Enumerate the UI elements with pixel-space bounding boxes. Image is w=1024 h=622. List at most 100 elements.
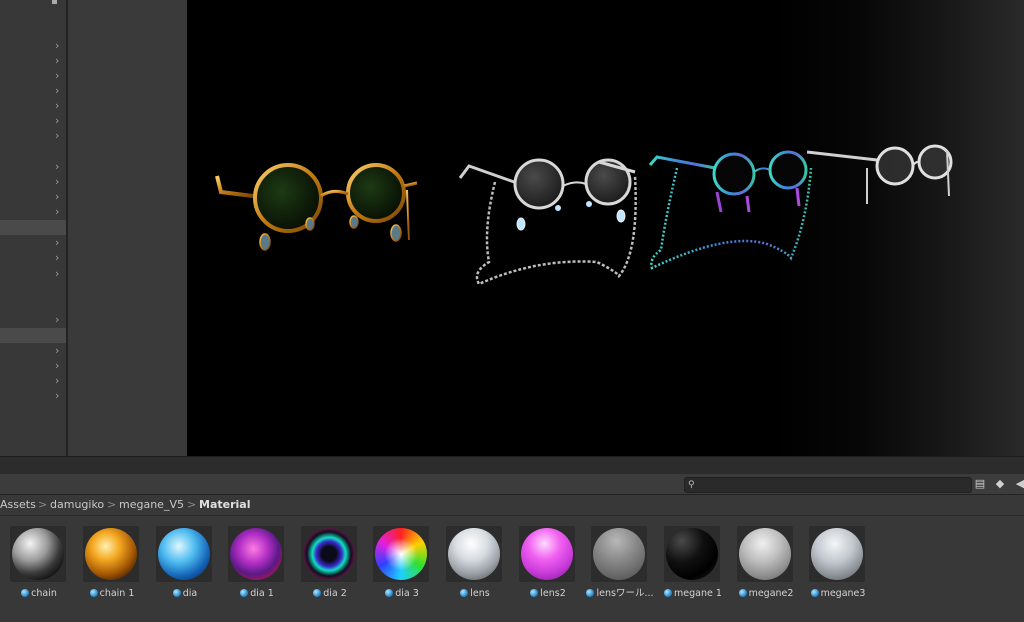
project-toolbar: ⚲ ▤ ◆ ◀ [0, 474, 1024, 495]
material-icon [385, 589, 394, 597]
material-preview-sphere [739, 528, 791, 580]
asset-item-lens2[interactable]: lens2 [518, 526, 578, 606]
asset-label: dia 3 [366, 587, 438, 601]
material-preview-sphere [158, 528, 210, 580]
chevron-right-icon[interactable]: › [55, 113, 59, 128]
chevron-right-icon[interactable]: › [55, 373, 59, 388]
hierarchy-row[interactable]: › [0, 68, 66, 83]
chevron-right-icon[interactable]: › [55, 174, 59, 189]
hierarchy-row[interactable]: › [0, 159, 66, 174]
asset-item-lens[interactable]: lens [445, 526, 505, 606]
chevron-right-icon[interactable]: › [55, 266, 59, 281]
hierarchy-row[interactable]: › [0, 266, 66, 281]
chevron-right-icon[interactable]: › [55, 98, 59, 113]
hierarchy-row[interactable]: › [0, 250, 66, 265]
hierarchy-row[interactable]: › [0, 38, 66, 53]
hierarchy-row[interactable]: › [0, 174, 66, 189]
asset-item-dia[interactable]: dia [155, 526, 215, 606]
asset-item-dia-3[interactable]: dia 3 [372, 526, 432, 606]
breadcrumb-damugiko[interactable]: damugiko [50, 495, 104, 515]
asset-item-dia-2[interactable]: dia 2 [300, 526, 360, 606]
asset-item-megane-1[interactable]: megane 1 [663, 526, 723, 606]
asset-item-chain[interactable]: chain [9, 526, 69, 606]
material-icon [89, 589, 98, 597]
hierarchy-row[interactable]: › [0, 235, 66, 250]
search-input[interactable]: ⚲ [684, 477, 972, 493]
material-icon [21, 589, 30, 597]
asset-label: chain 1 [76, 587, 148, 601]
chevron-right-icon[interactable]: › [55, 128, 59, 143]
material-preview-sphere [811, 528, 863, 580]
hierarchy-panel: › › › › › › › › › › › › › › › › › › › [0, 0, 66, 456]
collapse-icon[interactable]: ◀ [1012, 476, 1024, 492]
chevron-right-icon[interactable]: › [55, 343, 59, 358]
chevron-right-icon[interactable]: › [55, 53, 59, 68]
asset-label: megane3 [802, 587, 874, 601]
chevron-right-icon[interactable]: › [55, 159, 59, 174]
chevron-right-icon[interactable]: › [55, 189, 59, 204]
clear-glasses-model [806, 144, 953, 204]
rainbow-glasses-model [648, 150, 813, 270]
chevron-right-icon[interactable]: › [55, 312, 59, 327]
hierarchy-row[interactable]: › [0, 189, 66, 204]
chevron-right-icon[interactable]: › [55, 235, 59, 250]
asset-thumbnail [809, 526, 865, 582]
hierarchy-row[interactable]: › [0, 388, 66, 403]
asset-thumbnail [156, 526, 212, 582]
hierarchy-row[interactable]: › [0, 312, 66, 327]
hierarchy-row[interactable]: › [0, 358, 66, 373]
material-icon [738, 589, 747, 597]
asset-item-megane3[interactable]: megane3 [808, 526, 868, 606]
material-icon [240, 589, 249, 597]
breadcrumb-material[interactable]: Material [199, 495, 250, 515]
hierarchy-row[interactable]: › [0, 343, 66, 358]
material-icon [172, 589, 181, 597]
asset-item-lens-world[interactable]: lensワール... [586, 526, 654, 606]
breadcrumb-separator: > [38, 498, 48, 511]
asset-label: megane2 [730, 587, 802, 601]
asset-thumbnail [10, 526, 66, 582]
material-icon [664, 589, 673, 597]
asset-item-dia-1[interactable]: dia 1 [227, 526, 287, 606]
filter-by-label-icon[interactable]: ◆ [992, 476, 1008, 492]
material-preview-sphere [230, 528, 282, 580]
chevron-right-icon[interactable]: › [55, 38, 59, 53]
project-panel-tab-strip [0, 456, 1024, 475]
material-icon [460, 589, 469, 597]
breadcrumb-megane-v5[interactable]: megane_V5 [119, 495, 184, 515]
hierarchy-row-highlighted[interactable] [0, 328, 66, 343]
silver-glasses-model [458, 158, 637, 286]
create-icon[interactable]: ▤ [972, 476, 988, 492]
breadcrumb-assets[interactable]: Assets [0, 495, 36, 515]
chevron-right-icon[interactable]: › [55, 68, 59, 83]
scene-view[interactable] [187, 0, 1024, 456]
chevron-right-icon[interactable]: › [55, 250, 59, 265]
hierarchy-row[interactable]: › [0, 373, 66, 388]
chevron-right-icon[interactable]: › [55, 204, 59, 219]
chevron-right-icon[interactable]: › [55, 388, 59, 403]
asset-item-megane2[interactable]: megane2 [736, 526, 796, 606]
breadcrumb-separator: > [107, 498, 117, 511]
material-icon [530, 589, 539, 597]
hierarchy-row[interactable]: › [0, 113, 66, 128]
hierarchy-row[interactable]: › [0, 204, 66, 219]
hierarchy-row-highlighted[interactable] [0, 220, 66, 235]
hierarchy-row[interactable]: › [0, 83, 66, 98]
material-preview-sphere [375, 528, 427, 580]
material-icon [586, 589, 595, 597]
material-preview-sphere [448, 528, 500, 580]
chevron-right-icon[interactable]: › [55, 83, 59, 98]
hierarchy-row[interactable]: › [0, 98, 66, 113]
asset-thumbnail [446, 526, 502, 582]
hierarchy-row[interactable]: › [0, 128, 66, 143]
material-preview-sphere [85, 528, 137, 580]
material-preview-sphere [12, 528, 64, 580]
scene-render [215, 144, 953, 286]
asset-label: lensワール... [584, 587, 656, 601]
chevron-right-icon[interactable]: › [55, 358, 59, 373]
asset-thumbnail [83, 526, 139, 582]
material-preview-sphere [303, 528, 355, 580]
gold-glasses-model [215, 163, 418, 254]
asset-item-chain-1[interactable]: chain 1 [82, 526, 142, 606]
hierarchy-row[interactable]: › [0, 53, 66, 68]
